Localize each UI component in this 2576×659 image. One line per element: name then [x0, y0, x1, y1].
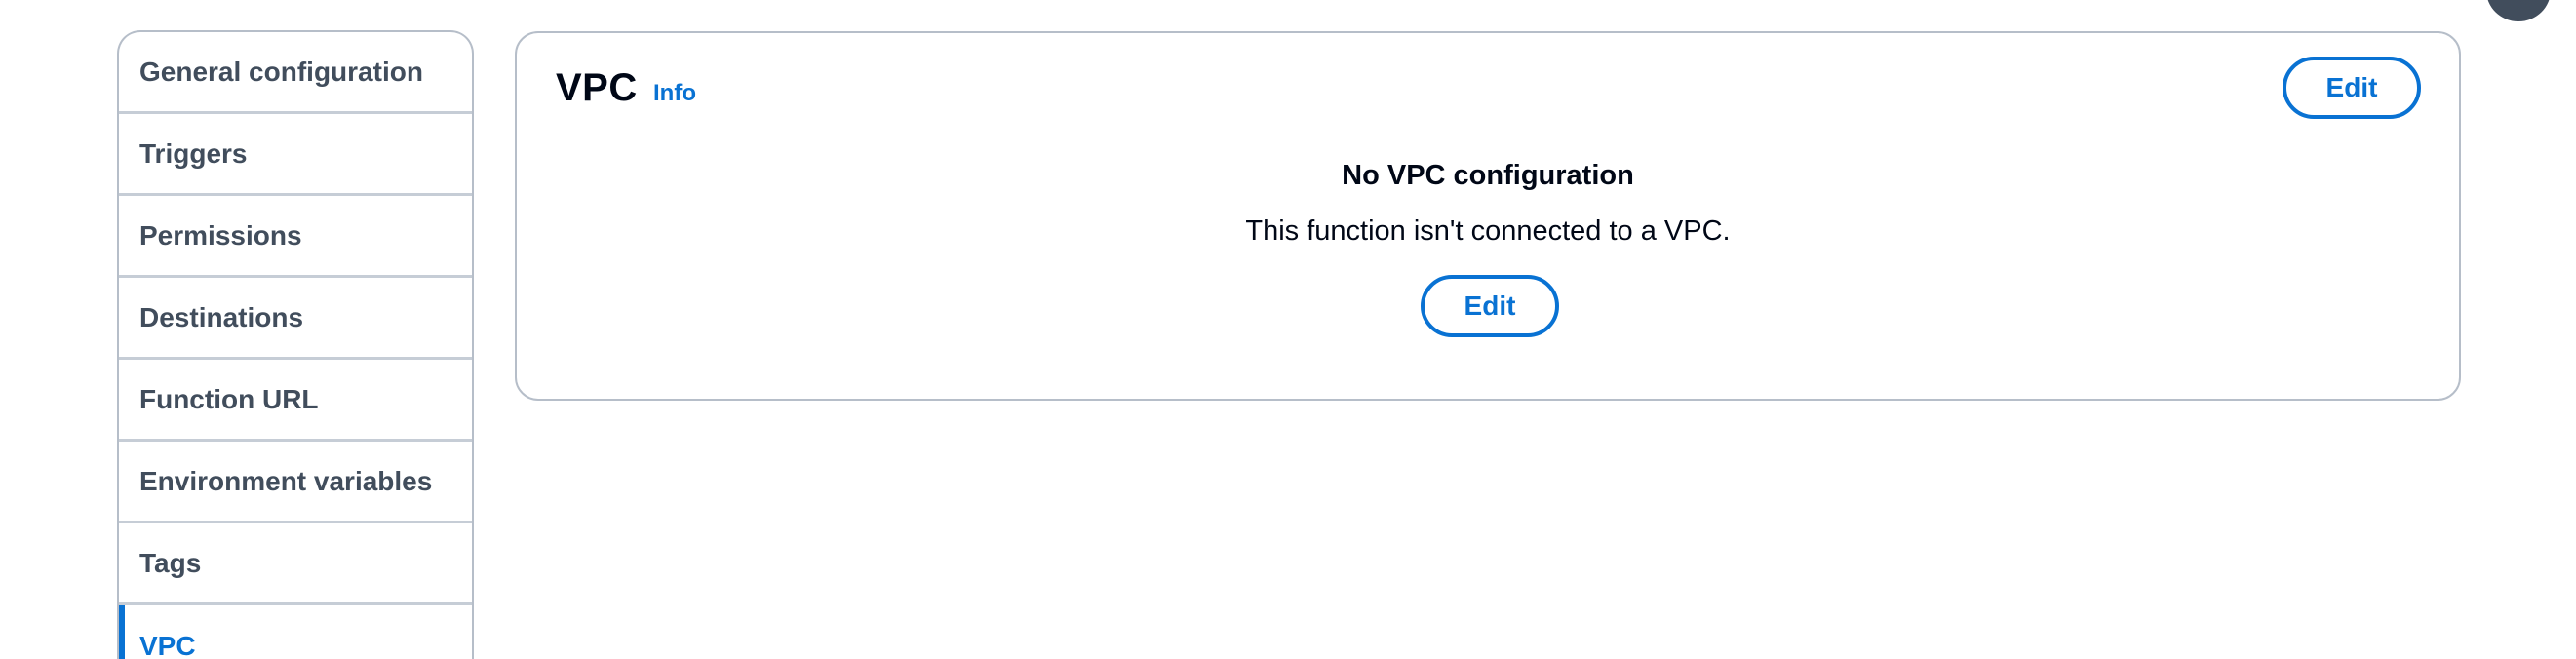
page-root: General configuration Triggers Permissio…	[0, 0, 2576, 659]
tab-environment-variables[interactable]: Environment variables	[119, 442, 472, 523]
tab-vpc[interactable]: VPC	[119, 605, 472, 659]
vpc-panel: VPC Info Edit No VPC configuration This …	[515, 31, 2461, 401]
tab-tags[interactable]: Tags	[119, 523, 472, 605]
empty-state-description: This function isn't connected to a VPC.	[1245, 215, 1731, 247]
panel-title: VPC	[556, 66, 638, 109]
tab-triggers[interactable]: Triggers	[119, 114, 472, 196]
tab-general-configuration[interactable]: General configuration	[119, 32, 472, 114]
tab-function-url[interactable]: Function URL	[119, 360, 472, 442]
configuration-tabs: General configuration Triggers Permissio…	[117, 30, 474, 659]
empty-state-title: No VPC configuration	[1342, 160, 1634, 191]
edit-button[interactable]: Edit	[2283, 57, 2421, 119]
info-link[interactable]: Info	[653, 80, 696, 107]
tab-destinations[interactable]: Destinations	[119, 278, 472, 360]
tab-permissions[interactable]: Permissions	[119, 196, 472, 278]
feedback-button[interactable]	[2484, 0, 2553, 23]
empty-state-edit-button[interactable]: Edit	[1421, 275, 1559, 337]
